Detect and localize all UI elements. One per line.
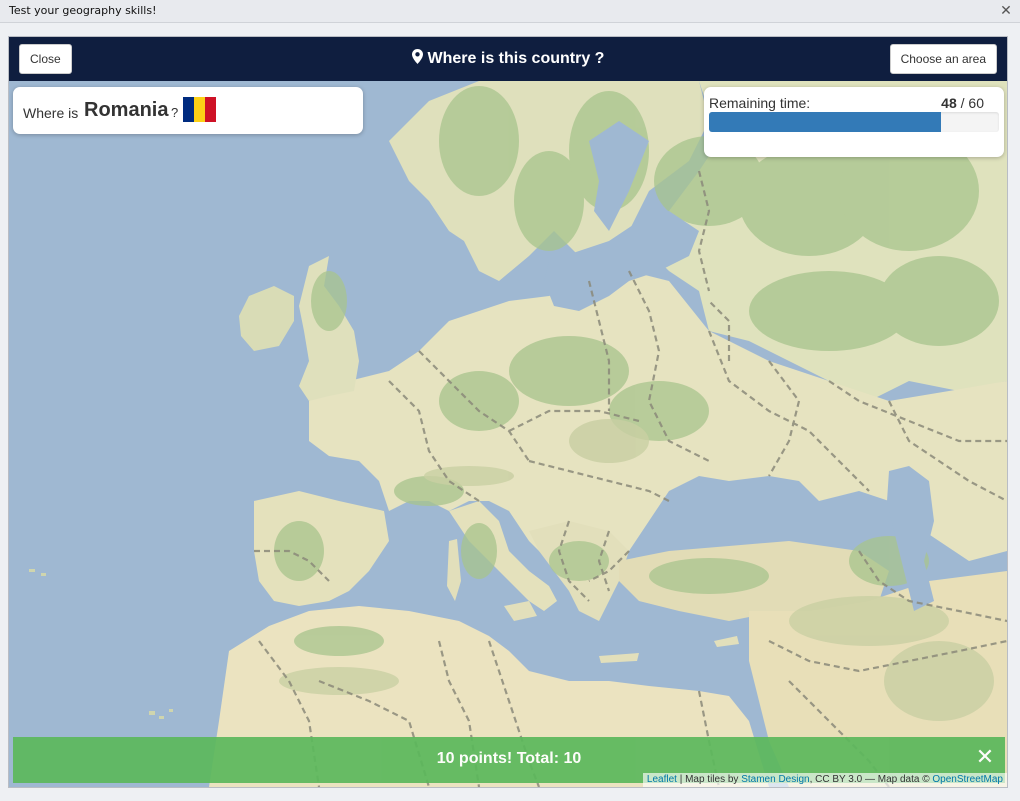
map-canvas[interactable] (9, 81, 1007, 787)
osm-link[interactable]: OpenStreetMap (932, 774, 1003, 785)
timer-separator: / (956, 95, 969, 111)
timer-total: 60 (968, 95, 984, 111)
question-card: Where is Romania ? (13, 87, 363, 134)
score-text: 10 points! Total: 10 (436, 750, 582, 767)
country-name: Romania (84, 99, 169, 121)
choose-area-button[interactable]: Choose an area (889, 44, 997, 74)
window-close-icon[interactable]: ✕ (998, 2, 1014, 18)
question-suffix: ? (171, 105, 179, 120)
timer-remaining: 48 (941, 95, 957, 111)
timer-label: Remaining time: (709, 95, 811, 111)
window-titlebar: Test your geography skills! ✕ (0, 0, 1020, 23)
map-marker-icon (411, 49, 423, 64)
close-icon[interactable]: ✕ (974, 746, 996, 768)
question-prefix: Where is (23, 105, 79, 121)
flag-stripe-red (205, 97, 216, 122)
flag-icon (183, 97, 216, 122)
map-view[interactable]: Where is Romania ? Remaining time: 48 / … (9, 81, 1007, 787)
map-attribution: Leaflet | Map tiles by Stamen Design, CC… (642, 773, 1007, 787)
stamen-link[interactable]: Stamen Design (741, 774, 809, 785)
leaflet-link[interactable]: Leaflet (647, 774, 677, 785)
page-title-text: Where is this country ? (427, 50, 605, 67)
flag-stripe-blue (183, 97, 194, 122)
attribution-text-2: , CC BY 3.0 — Map data © (809, 774, 933, 785)
window-title: Test your geography skills! (9, 4, 157, 17)
quiz-app: Close Where is this country ? Choose an … (8, 36, 1008, 788)
page-title: Where is this country ? (9, 49, 1007, 68)
attribution-text-1: | Map tiles by (676, 774, 742, 785)
timer-card: Remaining time: 48 / 60 (704, 87, 1004, 157)
timer-count: 48 / 60 (941, 95, 984, 111)
timer-progress-fill (709, 112, 941, 132)
timer-progress-bar (709, 112, 999, 132)
flag-stripe-yellow (194, 97, 205, 122)
top-bar: Close Where is this country ? Choose an … (9, 37, 1007, 81)
